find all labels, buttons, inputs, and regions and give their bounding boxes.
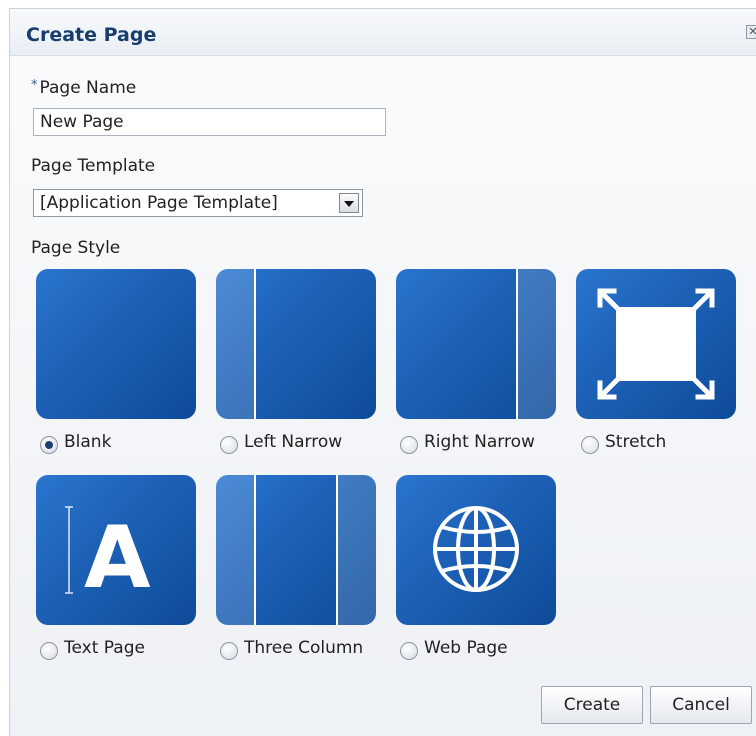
blank-layout-icon[interactable] <box>36 269 196 419</box>
radio-button[interactable] <box>400 642 418 660</box>
narrow-column-shade <box>338 475 376 625</box>
style-option-label: Three Column <box>244 638 364 658</box>
radio-button[interactable] <box>40 642 58 660</box>
style-option-stretch[interactable]: Stretch <box>581 432 667 454</box>
narrow-column-shade <box>216 475 254 625</box>
style-option-text-page[interactable]: Text Page <box>40 638 145 660</box>
style-option-label: Blank <box>64 432 112 452</box>
style-option-label: Left Narrow <box>244 432 343 452</box>
page-template-selected: [Application Page Template] <box>40 193 278 213</box>
style-option-label: Text Page <box>64 638 145 658</box>
page-template-label: Page Template <box>31 156 156 176</box>
cancel-button[interactable]: Cancel <box>650 686 752 724</box>
stretch-layout-icon[interactable] <box>576 269 736 419</box>
page-name-input[interactable] <box>33 108 386 136</box>
narrow-column-shade <box>216 269 254 419</box>
style-option-right-narrow[interactable]: Right Narrow <box>400 432 535 454</box>
stretch-arrows-graphic <box>597 288 715 400</box>
close-icon[interactable]: ✕ <box>746 25 756 39</box>
column-divider <box>516 269 518 419</box>
radio-button[interactable] <box>581 436 599 454</box>
column-divider <box>254 269 256 419</box>
text-page-graphic: A <box>65 506 151 608</box>
column-divider <box>336 475 338 625</box>
style-option-blank[interactable]: Blank <box>40 432 112 454</box>
dialog-title: Create Page <box>26 24 157 46</box>
narrow-column-shade <box>518 269 556 419</box>
style-option-label: Stretch <box>605 432 667 452</box>
page-name-label: Page Name <box>39 78 137 98</box>
style-option-left-narrow[interactable]: Left Narrow <box>220 432 343 454</box>
column-divider <box>254 475 256 625</box>
page-name-label-group: * Page Name <box>31 78 136 98</box>
radio-button[interactable] <box>40 436 58 454</box>
radio-button[interactable] <box>220 436 238 454</box>
style-option-three-column[interactable]: Three Column <box>220 638 364 660</box>
style-option-label: Right Narrow <box>424 432 535 452</box>
radio-button[interactable] <box>220 642 238 660</box>
globe-graphic <box>433 506 519 592</box>
three-column-layout-icon[interactable] <box>216 475 376 625</box>
style-option-web-page[interactable]: Web Page <box>400 638 508 660</box>
dialog-titlebar: Create Page ✕ <box>10 9 756 56</box>
required-marker: * <box>31 78 38 93</box>
right-narrow-layout-icon[interactable] <box>396 269 556 419</box>
text-page-icon[interactable]: A <box>36 475 196 625</box>
radio-button[interactable] <box>400 436 418 454</box>
svg-text:A: A <box>84 508 151 608</box>
page-style-label: Page Style <box>31 238 121 258</box>
create-button[interactable]: Create <box>541 686 643 724</box>
globe-icon[interactable] <box>396 475 556 625</box>
style-option-label: Web Page <box>424 638 508 658</box>
create-page-dialog: Create Page ✕ *Page Name Page Template [… <box>9 8 756 736</box>
page-template-select[interactable]: [Application Page Template] <box>33 189 363 217</box>
chevron-down-icon[interactable] <box>339 193 359 213</box>
left-narrow-layout-icon[interactable] <box>216 269 376 419</box>
